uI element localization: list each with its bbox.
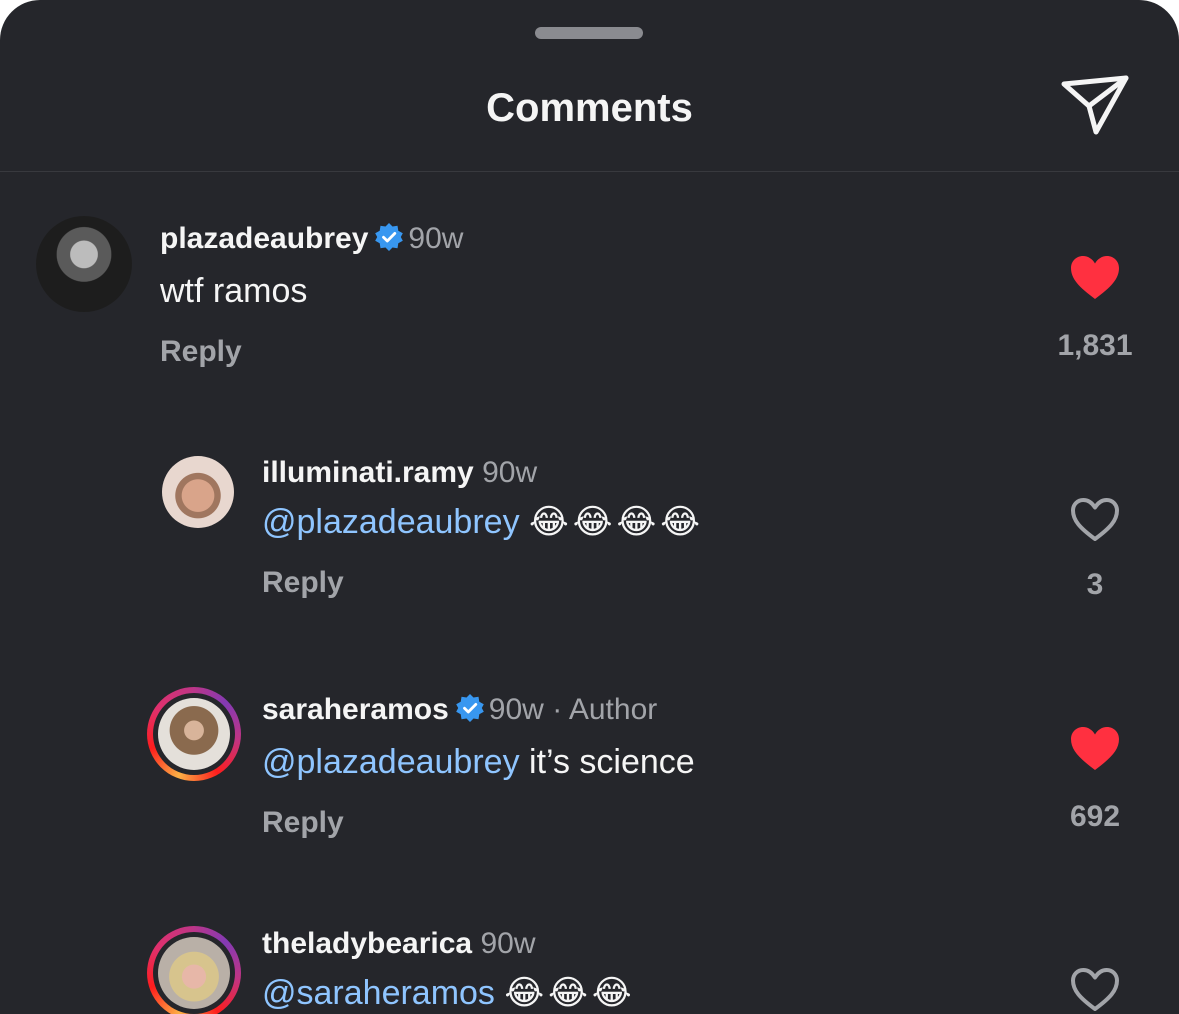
reply-button[interactable]: Reply: [262, 565, 344, 601]
mention-link[interactable]: @plazadeaubrey: [262, 503, 520, 541]
heart-outline-icon[interactable]: [1069, 966, 1121, 1014]
comment-text: @plazadeaubrey 😂😂😂😂: [262, 501, 704, 543]
comment-text: wtf ramos: [160, 272, 308, 310]
heart-filled-icon[interactable]: [1069, 725, 1121, 773]
avatar[interactable]: [158, 698, 230, 770]
mention-link[interactable]: @plazadeaubrey: [262, 743, 520, 781]
avatar[interactable]: [158, 937, 230, 1009]
comment-time: 90w: [480, 927, 536, 960]
comment-username[interactable]: plazadeaubrey 90w: [160, 221, 463, 257]
comment-text: @plazadeaubrey it’s science: [262, 741, 695, 783]
like-count[interactable]: 692: [1035, 799, 1155, 835]
comment-username[interactable]: theladybearica 90w: [262, 926, 536, 962]
mention-link[interactable]: @saraheramos: [262, 974, 495, 1012]
comment-time: 90w: [488, 693, 544, 726]
comment-time: 90w: [408, 222, 464, 255]
comment-text: @saraheramos 😂😂😂: [262, 972, 636, 1014]
comment-time: 90w: [482, 456, 538, 489]
comment-body: it’s science: [529, 743, 695, 781]
comment-emoji: 😂😂😂😂: [529, 503, 704, 541]
avatar[interactable]: [36, 216, 132, 312]
comments-sheet: Comments plazadeaubrey 90w wtf ramos Rep…: [0, 0, 1179, 1014]
avatar[interactable]: [162, 456, 234, 528]
reply-button[interactable]: Reply: [160, 334, 242, 370]
comment-emoji: 😂😂😂: [504, 974, 636, 1012]
reply-button[interactable]: Reply: [262, 805, 344, 841]
page-title: Comments: [486, 86, 693, 130]
paper-plane-icon[interactable]: [1058, 70, 1134, 138]
heart-outline-icon[interactable]: [1069, 496, 1121, 544]
drag-handle[interactable]: [535, 27, 643, 39]
verified-badge-icon: [375, 223, 404, 251]
like-count[interactable]: 3: [1035, 567, 1155, 603]
like-count[interactable]: 1,831: [1035, 328, 1155, 364]
comment-username[interactable]: illuminati.ramy 90w: [262, 455, 537, 491]
header-divider: [0, 171, 1179, 172]
author-tag: · Author: [552, 693, 658, 726]
heart-filled-icon[interactable]: [1069, 254, 1121, 302]
comment-username[interactable]: saraheramos 90w · Author: [262, 692, 657, 728]
verified-badge-icon: [455, 694, 484, 722]
